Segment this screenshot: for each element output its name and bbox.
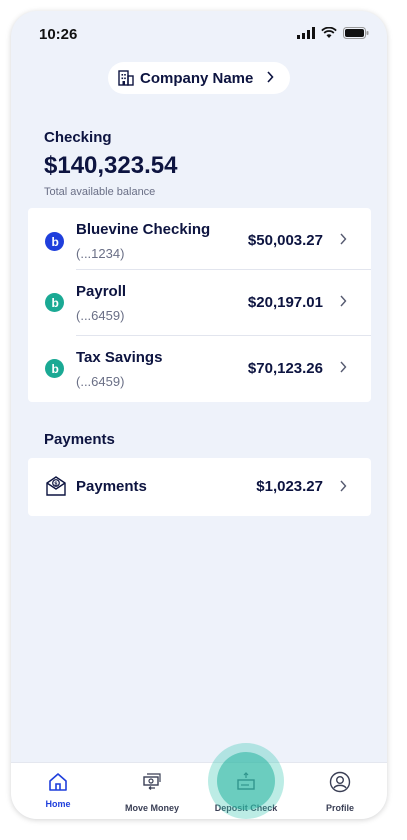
tax-savings-logo-icon: b [45,359,64,378]
account-row-payroll[interactable]: b Payroll (...6459) $20,197.01 [28,270,371,335]
company-selector-button[interactable]: Company Name [108,62,290,94]
svg-text:b: b [52,296,59,310]
touch-ripple-inner [217,752,275,810]
payments-label: Payments [76,478,147,495]
chevron-right-icon [340,361,347,373]
svg-text:$: $ [54,481,57,487]
move-money-icon [143,773,161,790]
account-row-tax-savings[interactable]: b Tax Savings (...6459) $70,123.26 [28,336,371,402]
chevron-right-icon [267,71,274,83]
account-name: Tax Savings [76,349,163,366]
payments-card: $ Payments $1,023.27 [28,458,371,516]
account-number: (...1234) [76,246,125,261]
account-amount: $20,197.01 [247,294,323,311]
payments-amount: $1,023.27 [256,478,323,495]
tab-label: Profile [325,803,354,813]
payments-heading: Payments [44,431,115,448]
chevron-right-icon [340,295,347,307]
status-icons [297,27,369,39]
chevron-right-icon [340,233,347,245]
tab-move-money[interactable]: Move Money [105,763,199,819]
profile-icon [329,771,351,793]
accounts-card: b Bluevine Checking (...1234) $50,003.27… [28,208,371,402]
account-name: Payroll [76,283,127,300]
account-number: (...6459) [76,308,125,323]
total-balance: $140,323.54 [44,152,178,179]
status-time: 10:26 [39,26,78,43]
tab-profile[interactable]: Profile [293,763,387,819]
bluevine-logo-icon: b [45,232,64,251]
payments-row[interactable]: $ Payments $1,023.27 [28,458,371,516]
balance-label: Total available balance [44,186,156,198]
battery-icon [343,27,369,39]
wifi-icon [321,27,337,38]
account-row-bluevine-checking[interactable]: b Bluevine Checking (...1234) $50,003.27 [28,208,371,270]
tab-label: Home [45,799,71,809]
chevron-right-icon [340,480,347,492]
tab-label: Move Money [124,803,179,813]
bottom-tab-bar: Home Move Money Deposit Check Profile [11,762,387,819]
account-amount: $70,123.26 [247,360,323,377]
status-bar: 10:26 [11,11,387,57]
company-name: Company Name [140,70,254,87]
signal-icon [297,27,315,39]
payroll-logo-icon: b [45,293,64,312]
phone-frame: 10:26 Company Name Checking $140,323.54 … [11,11,387,819]
home-icon [49,773,67,791]
building-icon [118,70,134,86]
account-name: Bluevine Checking [76,221,211,238]
payment-envelope-icon: $ [46,476,66,496]
checking-heading: Checking [44,129,112,146]
account-amount: $50,003.27 [247,232,323,249]
svg-text:b: b [52,362,59,376]
tab-home[interactable]: Home [11,763,105,819]
svg-text:b: b [52,235,59,249]
account-number: (...6459) [76,374,125,389]
